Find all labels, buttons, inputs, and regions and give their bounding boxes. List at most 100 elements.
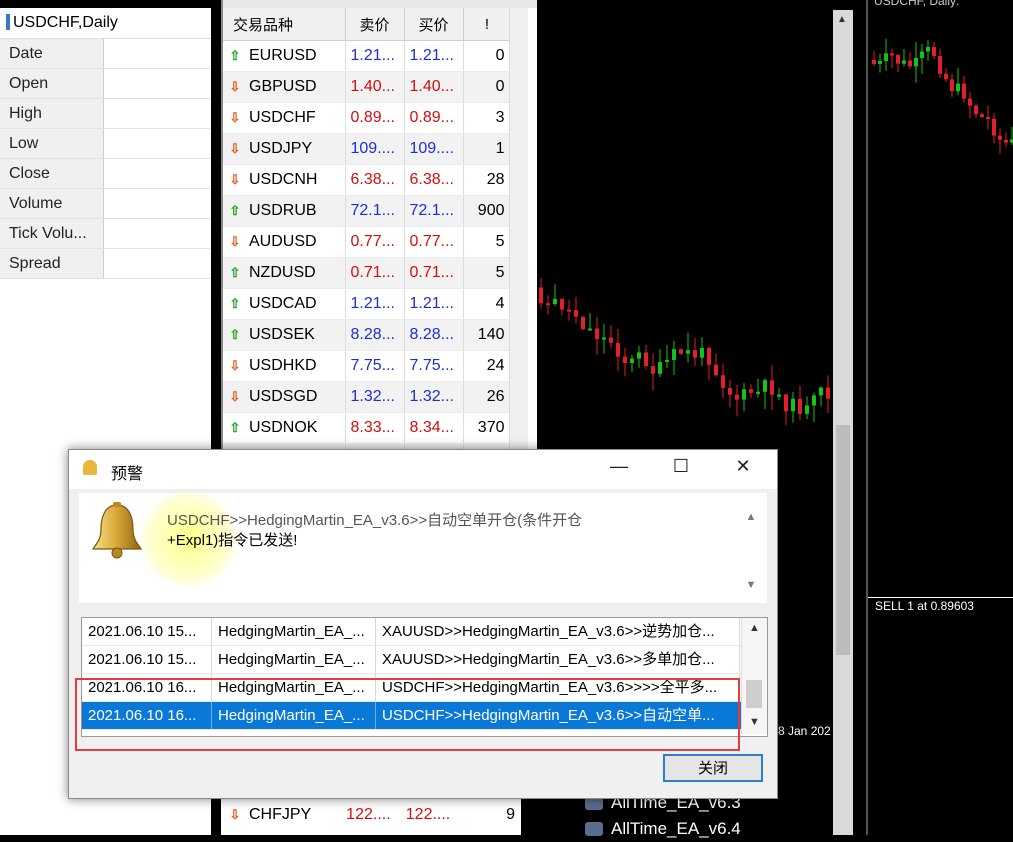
alert-list-scrollbar[interactable]: ▲ ▼	[741, 618, 767, 734]
candle-body	[560, 298, 564, 310]
candle-body	[658, 362, 662, 374]
symbol-row-usdcad[interactable]: ⇧ USDCAD 1.21... 1.21... 4	[223, 288, 512, 320]
symbol-row-usdnok[interactable]: ⇧ USDNOK 8.33... 8.34... 370	[223, 412, 512, 444]
candle-body	[777, 394, 781, 397]
alert-time: 2021.06.10 15...	[82, 618, 212, 645]
symbol-row-usdsgd[interactable]: ⇩ USDSGD 1.32... 1.32... 26	[223, 381, 512, 413]
symbol-row-gbpusd[interactable]: ⇩ GBPUSD 1.40... 1.40... 0	[223, 71, 512, 103]
data-row-label: Low	[0, 129, 104, 158]
alert-row[interactable]: 2021.06.10 15... HedgingMartin_EA_... XAUU…	[82, 646, 767, 674]
symbol-row-usdchf[interactable]: ⇩ USDCHF 0.89... 0.89... 3	[223, 102, 512, 134]
candle-body	[700, 347, 704, 358]
dialog-titlebar[interactable]: 预警 — ☐ ✕	[69, 450, 777, 489]
ask-price: 8.34...	[404, 412, 464, 444]
candle-body	[956, 83, 960, 92]
symbol-row-usdhkd[interactable]: ⇩ USDHKD 7.75... 7.75... 24	[223, 350, 512, 382]
symbol-name: AUDUSD	[249, 233, 317, 250]
col-bid[interactable]: 卖价	[345, 8, 405, 41]
ask-price: 1.40...	[404, 71, 464, 103]
candle-body	[826, 387, 830, 399]
candle-body	[693, 350, 697, 358]
arrow-down-icon: ⇩	[229, 172, 241, 187]
bid-price: 1.21...	[345, 288, 405, 320]
ask-price: 1.21...	[404, 288, 464, 320]
market-watch-scrollbar[interactable]	[509, 8, 528, 450]
market-watch: 交易品种 卖价 买价 ! ⇧ EURUSD 1.21... 1.21... 0 ⇩ GBPU…	[221, 0, 537, 475]
candle-body	[980, 114, 984, 117]
candle-body	[588, 328, 592, 331]
chart-window-right[interactable]: USDCHF, Daily: SELL 1 at 0.89603	[866, 0, 1013, 835]
data-row-value	[104, 99, 211, 128]
data-row-value	[104, 69, 211, 98]
message-scrollbar[interactable]: ▲ ▼	[743, 511, 759, 601]
spread-value: 28	[463, 164, 512, 196]
data-row: Volume	[0, 189, 211, 219]
candle-body	[920, 51, 924, 58]
symbol-row-eurusd[interactable]: ⇧ EURUSD 1.21... 1.21... 0	[223, 40, 512, 72]
window-icon	[6, 14, 10, 30]
bid-price: 1.32...	[345, 381, 405, 413]
arrow-up-icon: ⇧	[229, 296, 241, 311]
symbol-row-usdjpy[interactable]: ⇩ USDJPY 109.... 109.... 1	[223, 133, 512, 165]
symbol-row-chfjpy[interactable]: ⇩ CHFJPY 122.... 122.... 9	[221, 802, 521, 828]
minimize-icon[interactable]: —	[604, 456, 634, 477]
data-row-label: Open	[0, 69, 104, 98]
close-icon[interactable]: ✕	[728, 456, 758, 477]
candle-body	[679, 349, 683, 354]
ask-price: 8.28...	[404, 319, 464, 351]
scroll-thumb[interactable]	[836, 425, 850, 655]
candle-body	[574, 309, 578, 317]
candle-body	[1004, 139, 1008, 143]
scroll-up-icon[interactable]: ▲	[743, 511, 759, 523]
bid-price: 109....	[345, 133, 405, 165]
arrow-down-icon: ⇩	[229, 141, 241, 156]
candle-body	[896, 55, 900, 64]
spread-value: 900	[463, 195, 512, 227]
candle-body	[707, 347, 711, 365]
scroll-up-icon[interactable]: ▲	[742, 622, 767, 634]
col-spread[interactable]: !	[463, 8, 512, 41]
bell-icon	[83, 460, 97, 475]
symbol-row-audusd[interactable]: ⇩ AUDUSD 0.77... 0.77... 5	[223, 226, 512, 258]
data-row-label: Volume	[0, 189, 104, 218]
symbol-row-usdrub[interactable]: ⇧ USDRUB 72.1... 72.1... 900	[223, 195, 512, 227]
candle-body	[878, 60, 882, 64]
data-row-label: Close	[0, 159, 104, 188]
spread-value: 0	[463, 40, 512, 72]
scroll-down-icon[interactable]: ▼	[743, 579, 759, 591]
symbol-row-usdcnh[interactable]: ⇩ USDCNH 6.38... 6.38... 28	[223, 164, 512, 196]
close-button[interactable]: 关闭	[663, 754, 763, 782]
sell-order-line[interactable]: SELL 1 at 0.89603	[868, 597, 1013, 613]
candle-body	[791, 398, 795, 412]
scroll-down-icon[interactable]: ▼	[742, 716, 767, 728]
spread-value: 370	[463, 412, 512, 444]
maximize-icon[interactable]: ☐	[666, 456, 696, 477]
market-watch-table: 交易品种 卖价 买价 ! ⇧ EURUSD 1.21... 1.21... 0 ⇩ GBPU…	[223, 8, 512, 475]
symbol-name: USDJPY	[249, 140, 313, 157]
chart-scrollbar[interactable]: ▲	[833, 10, 853, 835]
ask-price: 72.1...	[404, 195, 464, 227]
candle-body	[539, 287, 543, 304]
candle-body	[938, 56, 942, 74]
spread-value: 24	[463, 350, 512, 382]
scroll-up-icon[interactable]: ▲	[837, 14, 847, 25]
alert-row[interactable]: 2021.06.10 15... HedgingMartin_EA_... XAUU…	[82, 618, 767, 646]
candle-body	[714, 364, 718, 376]
col-symbol[interactable]: 交易品种	[223, 8, 346, 41]
bid-price: 0.77...	[345, 226, 405, 258]
scroll-thumb[interactable]	[746, 680, 762, 708]
bell-icon	[92, 502, 142, 559]
candle-body	[914, 57, 918, 67]
symbol-row-nzdusd[interactable]: ⇧ NZDUSD 0.71... 0.71... 5	[223, 257, 512, 289]
candle-body	[968, 98, 972, 106]
bid-price: 8.28...	[345, 319, 405, 351]
bid-price: 6.38...	[345, 164, 405, 196]
symbol-name: NZDUSD	[249, 264, 316, 281]
candle-body	[630, 358, 634, 364]
candle-body	[546, 303, 550, 306]
symbol-row-usdsek[interactable]: ⇧ USDSEK 8.28... 8.28... 140	[223, 319, 512, 351]
data-row: High	[0, 99, 211, 129]
candle-body	[998, 135, 1002, 140]
navigator-item[interactable]: AllTime_EA_v6.4	[585, 816, 765, 842]
col-ask[interactable]: 买价	[404, 8, 464, 41]
